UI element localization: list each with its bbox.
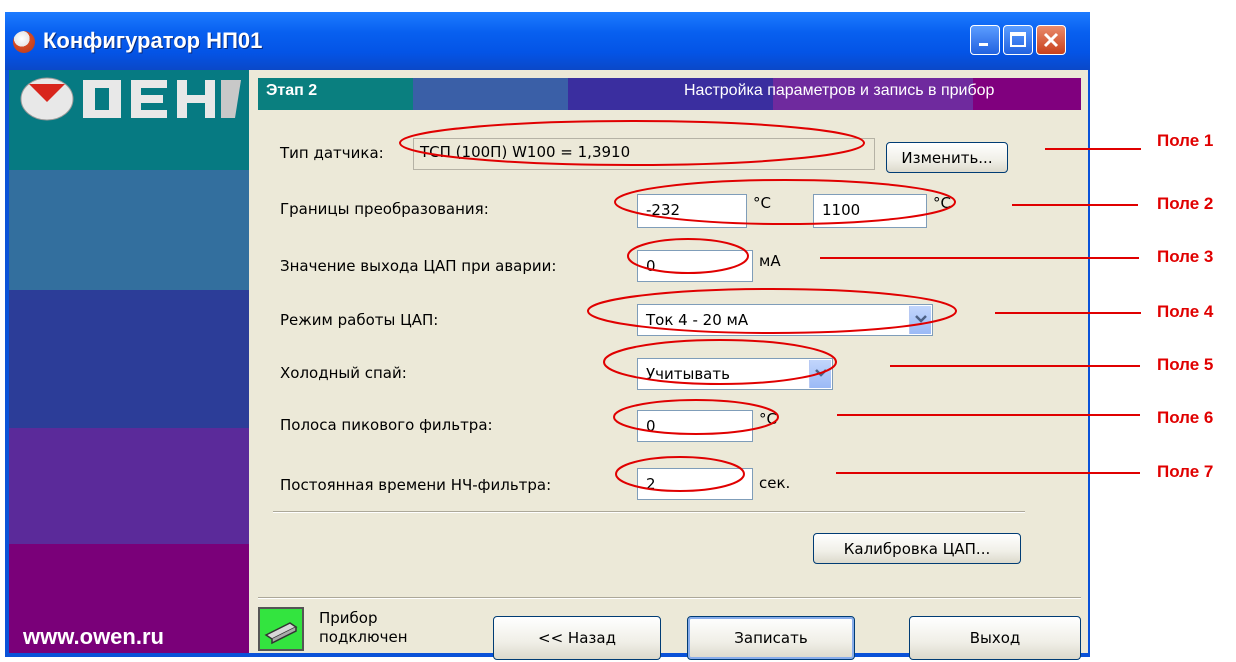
device-status: Прибор подключен xyxy=(319,609,408,646)
divider xyxy=(258,598,1081,599)
dac-alarm-input[interactable]: 0 xyxy=(637,250,753,282)
chevron-down-icon[interactable] xyxy=(909,306,931,334)
annotation-line xyxy=(836,472,1140,474)
minimize-icon xyxy=(979,43,988,46)
dialog-client: www.owen.ru Этап 2 Настройка параметров … xyxy=(9,70,1088,660)
cold-junction-value: Учитывать xyxy=(646,365,730,383)
annotation-line xyxy=(995,312,1141,314)
calibrate-dac-button[interactable]: Калибровка ЦАП... xyxy=(813,533,1021,564)
dac-mode-value: Ток 4 - 20 мА xyxy=(646,311,749,329)
sidebar-band xyxy=(9,428,249,544)
chevron-down-icon[interactable] xyxy=(809,360,831,388)
title-bar[interactable]: Конфигуратор НП01 xyxy=(5,12,1090,70)
device-connected-icon xyxy=(258,607,304,651)
peak-filter-unit: °C xyxy=(759,410,777,428)
maximize-button[interactable] xyxy=(1003,25,1033,55)
write-button[interactable]: Записать xyxy=(687,616,855,660)
lpf-const-label: Постоянная времени НЧ-фильтра: xyxy=(280,476,552,494)
sensor-type-label: Тип датчика: xyxy=(280,144,384,162)
lpf-const-input[interactable]: 2 xyxy=(637,468,753,500)
annotation-label-5: Поле 5 xyxy=(1157,355,1214,374)
divider xyxy=(273,512,1025,513)
back-button[interactable]: << Назад xyxy=(493,616,661,660)
dac-mode-label: Режим работы ЦАП: xyxy=(280,311,439,329)
close-icon xyxy=(1043,32,1059,48)
limits-label: Границы преобразования: xyxy=(280,200,489,218)
maximize-icon xyxy=(1010,32,1026,47)
annotation-label-1: Поле 1 xyxy=(1157,131,1214,150)
dac-alarm-unit: мА xyxy=(759,252,781,270)
annotation-label-2: Поле 2 xyxy=(1157,194,1214,213)
exit-button[interactable]: Выход xyxy=(909,616,1081,660)
close-button[interactable] xyxy=(1036,25,1066,55)
annotation-label-4: Поле 4 xyxy=(1157,302,1214,321)
limit-high-unit: °C xyxy=(933,194,951,212)
sidebar-band xyxy=(9,170,249,290)
limit-low-input[interactable]: -232 xyxy=(637,194,747,228)
limit-high-input[interactable]: 1100 xyxy=(813,194,927,228)
sidebar-band xyxy=(9,290,249,428)
annotation-label-6: Поле 6 xyxy=(1157,408,1214,427)
minimize-button[interactable] xyxy=(970,25,1000,55)
annotation-line xyxy=(1045,148,1141,150)
cold-junction-select[interactable]: Учитывать xyxy=(637,358,833,390)
annotation-line xyxy=(820,257,1139,259)
dac-alarm-label: Значение выхода ЦАП при аварии: xyxy=(280,257,557,275)
owen-logo xyxy=(20,77,241,121)
cold-junction-label: Холодный спай: xyxy=(280,364,407,382)
annotation-line xyxy=(1012,204,1138,206)
annotation-label-7: Поле 7 xyxy=(1157,462,1214,481)
limit-low-unit: °C xyxy=(753,194,771,212)
step-label: Этап 2 xyxy=(266,82,318,99)
annotation-label-3: Поле 3 xyxy=(1157,247,1214,266)
dac-mode-select[interactable]: Ток 4 - 20 мА xyxy=(637,304,933,336)
change-sensor-button[interactable]: Изменить... xyxy=(886,142,1008,173)
step-title: Настройка параметров и запись в прибор xyxy=(684,82,995,99)
annotation-line xyxy=(890,365,1140,367)
peak-filter-label: Полоса пикового фильтра: xyxy=(280,416,493,434)
annotation-line xyxy=(837,414,1140,416)
app-icon xyxy=(13,31,35,53)
sidebar: www.owen.ru xyxy=(9,70,249,653)
lpf-const-unit: сек. xyxy=(759,474,791,492)
website-url[interactable]: www.owen.ru xyxy=(23,624,164,650)
window-title: Конфигуратор НП01 xyxy=(43,28,263,53)
main-window: Конфигуратор НП01 www.owen.ru Этап 2 Нас… xyxy=(5,12,1090,660)
sensor-type-field: ТСП (100П) W100 = 1,3910 xyxy=(413,138,875,170)
peak-filter-input[interactable]: 0 xyxy=(637,410,753,442)
